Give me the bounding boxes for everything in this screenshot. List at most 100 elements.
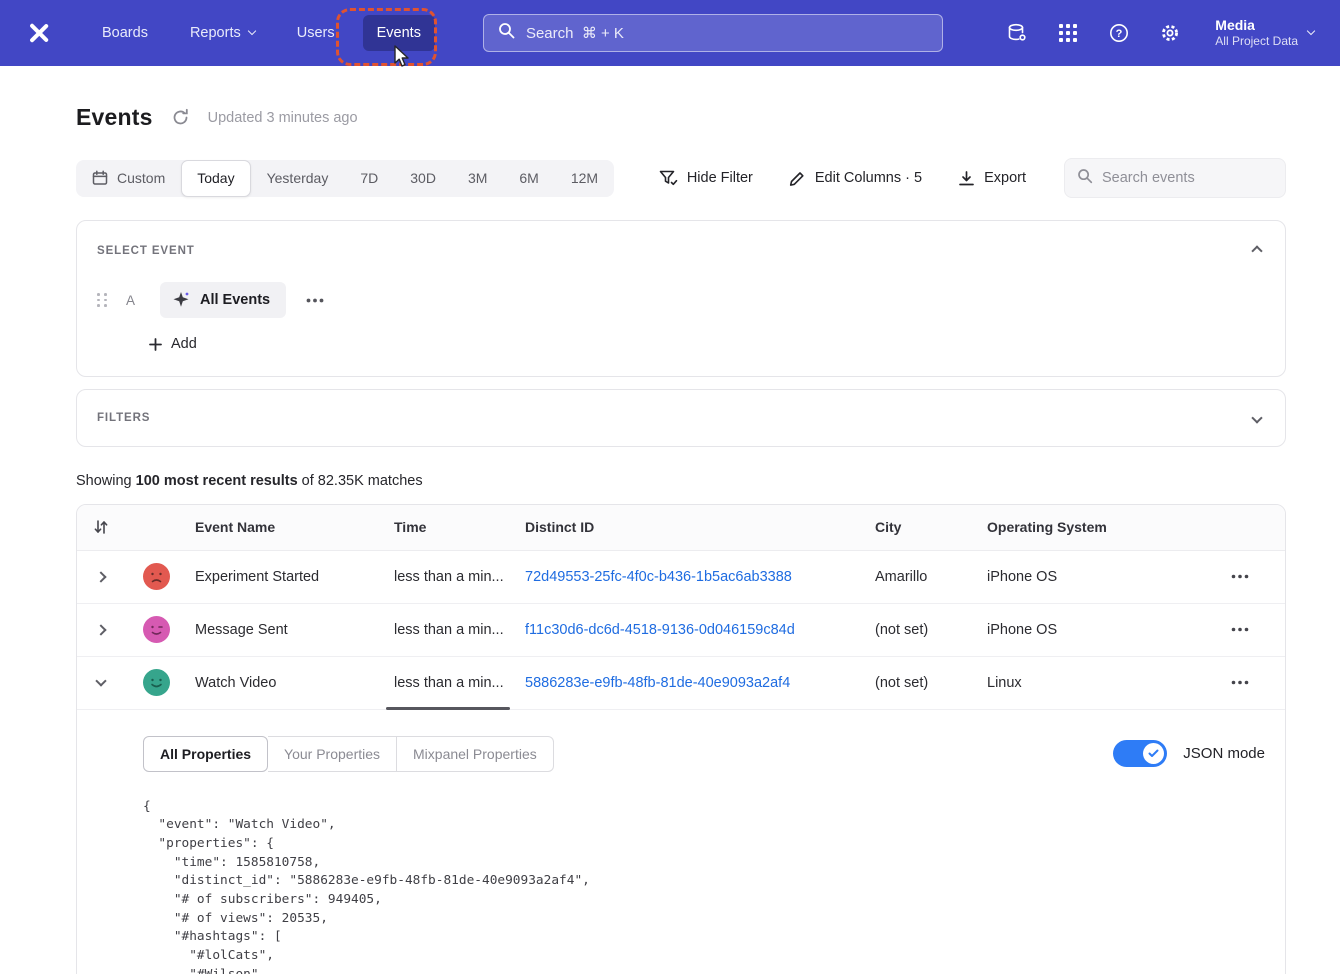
header-operating-system[interactable]: Operating System [979, 519, 1193, 535]
distinct-id-link[interactable]: 72d49553-25fc-4f0c-b436-1b5ac6ab3388 [517, 569, 867, 585]
all-events-chip[interactable]: All Events [160, 282, 286, 318]
filters-card: FILTERS [76, 389, 1286, 447]
date-range-30d[interactable]: 30D [394, 160, 452, 197]
sort-column-button[interactable] [77, 519, 125, 535]
export-button[interactable]: Export [958, 170, 1026, 187]
event-avatar [143, 616, 170, 643]
mixpanel-logo-icon[interactable] [24, 18, 54, 48]
search-icon [498, 22, 515, 44]
date-range-7d[interactable]: 7D [344, 160, 394, 197]
distinct-id-link[interactable]: f11c30d6-dc6d-4518-9136-0d046159c84d [517, 622, 867, 638]
row-menu-button[interactable] [1193, 574, 1286, 579]
chevron-right-icon [95, 624, 106, 635]
pencil-icon [789, 170, 806, 187]
json-code-block: { "event": "Watch Video", "properties": … [143, 798, 1265, 974]
event-avatar [143, 669, 170, 696]
svg-text:?: ? [1116, 28, 1123, 40]
apps-grid-icon[interactable] [1056, 21, 1080, 45]
city: (not set) [867, 675, 979, 691]
project-name: Media [1215, 16, 1298, 34]
download-icon [958, 170, 975, 187]
filters-heading: FILTERS [97, 412, 150, 424]
nav-item-boards[interactable]: Boards [88, 15, 162, 51]
events-search-input[interactable] [1102, 170, 1289, 186]
events-table: Event Name Time Distinct ID City Operati… [76, 504, 1286, 974]
chevron-up-icon [1251, 245, 1262, 256]
event-time: less than a min... [386, 675, 517, 691]
table-row[interactable]: Watch Video less than a min... 5886283e-… [77, 657, 1285, 710]
data-management-icon[interactable] [1005, 21, 1029, 45]
chevron-down-icon [95, 675, 106, 686]
events-search-bar[interactable] [1064, 158, 1286, 198]
row-collapse-button[interactable] [77, 681, 125, 685]
table-row[interactable]: Experiment Started less than a min... 72… [77, 551, 1285, 604]
date-range-yesterday[interactable]: Yesterday [251, 160, 345, 197]
global-search-bar[interactable] [483, 14, 943, 52]
row-expand-button[interactable] [77, 626, 125, 634]
header-city[interactable]: City [867, 519, 979, 535]
chevron-right-icon [95, 571, 106, 582]
settings-gear-icon[interactable] [1158, 21, 1182, 45]
sort-arrows-icon [94, 519, 108, 535]
toggle-knob [1143, 743, 1164, 764]
event-options-button[interactable] [300, 292, 330, 309]
date-range-custom[interactable]: Custom [76, 160, 181, 197]
nav-item-users[interactable]: Users [283, 15, 349, 51]
json-mode-toggle[interactable] [1113, 740, 1167, 767]
collapse-section-button[interactable] [1249, 238, 1265, 264]
results-summary: Showing 100 most recent results of 82.35… [76, 473, 1286, 489]
row-expand-button[interactable] [77, 573, 125, 581]
edit-columns-button[interactable]: Edit Columns · 5 [789, 170, 922, 187]
check-icon [1148, 749, 1159, 758]
filter-funnel-icon [659, 170, 678, 187]
top-navbar: Boards Reports Users Events [0, 0, 1340, 66]
header-distinct-id[interactable]: Distinct ID [517, 519, 867, 535]
tab-mixpanel-properties[interactable]: Mixpanel Properties [397, 736, 554, 772]
tab-all-properties[interactable]: All Properties [143, 736, 268, 772]
nav-item-reports[interactable]: Reports [176, 15, 269, 51]
row-menu-button[interactable] [1193, 680, 1286, 685]
updated-timestamp: Updated 3 minutes ago [208, 110, 358, 126]
city: Amarillo [867, 569, 979, 585]
tab-your-properties[interactable]: Your Properties [268, 736, 397, 772]
selected-event-label: All Events [200, 292, 270, 308]
operating-system: iPhone OS [979, 622, 1193, 638]
ellipsis-icon [1231, 574, 1249, 579]
global-search-input[interactable] [526, 25, 928, 42]
event-avatar [143, 563, 170, 590]
ellipsis-icon [1231, 627, 1249, 632]
project-scope: All Project Data [1215, 34, 1298, 50]
date-range-today[interactable]: Today [181, 160, 250, 197]
help-icon[interactable]: ? [1107, 21, 1131, 45]
calendar-icon [92, 170, 108, 186]
event-time: less than a min... [386, 569, 517, 585]
horizontal-scrollbar-thumb[interactable] [386, 707, 510, 710]
nav-item-events[interactable]: Events [363, 15, 435, 51]
chevron-down-icon [247, 27, 255, 35]
event-name: Watch Video [187, 675, 386, 691]
date-range-group: Custom Today Yesterday 7D 30D 3M 6M 12M [76, 160, 614, 197]
table-row[interactable]: Message Sent less than a min... f11c30d6… [77, 604, 1285, 657]
header-time[interactable]: Time [386, 519, 517, 535]
expand-filters-button[interactable] [1249, 405, 1265, 431]
page-title: Events [76, 104, 153, 131]
refresh-button[interactable] [171, 108, 190, 127]
table-header-row: Event Name Time Distinct ID City Operati… [77, 505, 1285, 551]
plus-icon [149, 338, 162, 351]
chevron-down-icon [1251, 412, 1262, 423]
date-range-3m[interactable]: 3M [452, 160, 503, 197]
row-menu-button[interactable] [1193, 627, 1286, 632]
distinct-id-link[interactable]: 5886283e-e9fb-48fb-81de-40e9093a2af4 [517, 675, 867, 691]
event-time: less than a min... [386, 622, 517, 638]
drag-handle-icon[interactable] [97, 293, 108, 307]
city: (not set) [867, 622, 979, 638]
chevron-down-icon [1307, 27, 1315, 35]
event-row-letter: A [126, 293, 148, 308]
properties-tabs: All Properties Your Properties Mixpanel … [143, 736, 554, 772]
date-range-6m[interactable]: 6M [503, 160, 554, 197]
header-event-name[interactable]: Event Name [187, 519, 386, 535]
hide-filter-button[interactable]: Hide Filter [659, 170, 753, 187]
project-switcher[interactable]: Media All Project Data [1215, 16, 1314, 50]
date-range-12m[interactable]: 12M [555, 160, 614, 197]
add-event-button[interactable]: Add [149, 336, 197, 352]
